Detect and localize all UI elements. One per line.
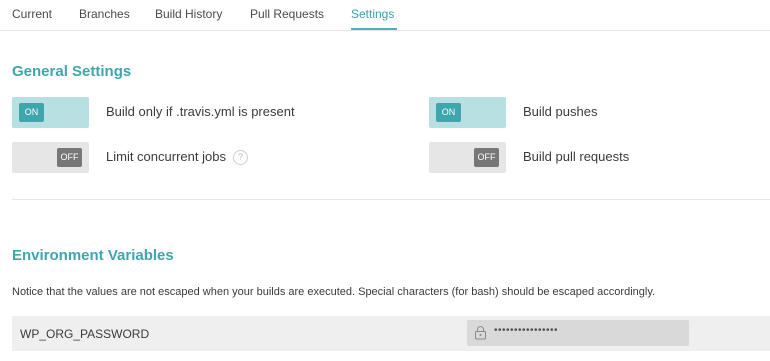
- tab-bar: Current Branches Build History Pull Requ…: [0, 0, 770, 31]
- tab-branches[interactable]: Branches: [79, 7, 130, 21]
- env-variable-row[interactable]: WP_ORG_PASSWORD ••••••••••••••••: [12, 316, 770, 351]
- toggle-knob: OFF: [57, 148, 82, 167]
- environment-variables-title: Environment Variables: [12, 247, 174, 264]
- build-only-if-travis-yml-toggle[interactable]: ON: [12, 97, 89, 128]
- active-tab-indicator: [351, 28, 397, 30]
- general-settings-title: General Settings: [12, 63, 132, 80]
- build-pushes-label: Build pushes: [523, 104, 598, 119]
- tab-current[interactable]: Current: [12, 7, 52, 21]
- build-pull-requests-toggle[interactable]: OFF: [429, 142, 506, 173]
- tab-build-history[interactable]: Build History: [155, 7, 222, 21]
- limit-concurrent-jobs-label: Limit concurrent jobs: [106, 149, 226, 164]
- limit-concurrent-jobs-toggle[interactable]: OFF: [12, 142, 89, 173]
- section-divider: [12, 199, 770, 200]
- help-icon[interactable]: ?: [232, 150, 248, 165]
- env-variable-name: WP_ORG_PASSWORD: [20, 327, 150, 341]
- toggle-knob: OFF: [474, 148, 499, 167]
- toggle-knob: ON: [436, 103, 461, 122]
- limit-concurrent-jobs-row: Limit concurrent jobs?: [106, 149, 248, 165]
- tab-settings[interactable]: Settings: [351, 7, 394, 21]
- tab-pull-requests[interactable]: Pull Requests: [250, 7, 324, 21]
- env-variable-masked-value: ••••••••••••••••: [494, 325, 559, 336]
- build-only-if-travis-yml-label: Build only if .travis.yml is present: [106, 104, 295, 119]
- escape-notice: Notice that the values are not escaped w…: [12, 286, 656, 298]
- lock-icon: [474, 325, 487, 345]
- build-pushes-toggle[interactable]: ON: [429, 97, 506, 128]
- toggle-knob: ON: [19, 103, 44, 122]
- env-variable-value-field[interactable]: ••••••••••••••••: [467, 320, 689, 346]
- build-pull-requests-label: Build pull requests: [523, 149, 630, 164]
